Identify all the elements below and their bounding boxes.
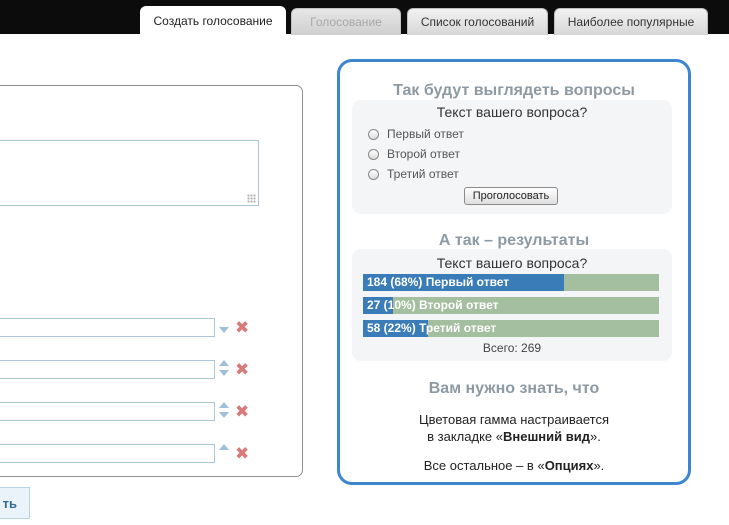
info-text-part: Все остальное – в « <box>423 458 545 473</box>
preview-answer-2[interactable]: Второй ответ <box>368 147 460 161</box>
preview-title: Так будут выглядеть вопросы <box>393 82 635 99</box>
vote-button[interactable]: Проголосовать <box>464 187 558 205</box>
move-up-icon[interactable] <box>219 360 229 366</box>
result-label: 58 (22%) Третий ответ <box>367 321 497 335</box>
tab-most-popular[interactable]: Наиболее популярные <box>554 8 708 35</box>
result-bar-3: 58 (22%) Третий ответ <box>363 320 659 337</box>
answer-input-1[interactable] <box>0 318 215 337</box>
info-line-1: Цветовая гамма настраивается <box>419 412 609 427</box>
result-label: 27 (10%) Второй ответ <box>367 298 499 312</box>
info-title: Вам нужно знать, что <box>428 380 600 397</box>
info-text-part: ». <box>593 458 605 473</box>
preview-panel: Так будут выглядеть вопросы Текст вашего… <box>337 59 691 485</box>
answer-3-reorder[interactable] <box>219 400 231 420</box>
delete-answer-4-icon[interactable]: ✖ <box>235 445 249 462</box>
preview-results-box: Текст вашего вопроса? 184 (68%) Первый о… <box>352 249 672 361</box>
delete-answer-2-icon[interactable]: ✖ <box>235 361 249 378</box>
answer-4-reorder[interactable] <box>219 442 231 462</box>
tab-poll-list[interactable]: Список голосований <box>407 8 548 35</box>
create-poll-button[interactable]: ть <box>0 487 30 519</box>
move-down-icon[interactable] <box>219 327 229 333</box>
answer-input-4[interactable] <box>0 444 215 463</box>
answer-label: Третий ответ <box>387 167 459 181</box>
move-up-icon[interactable] <box>219 402 229 408</box>
answer-label: Первый ответ <box>387 127 464 141</box>
answer-input-3[interactable] <box>0 402 215 421</box>
tab-create-poll[interactable]: Создать голосование <box>140 6 286 35</box>
tab-poll[interactable]: Голосование <box>291 8 401 35</box>
answer-label: Второй ответ <box>387 147 460 161</box>
move-up-icon[interactable] <box>219 444 229 450</box>
info-line-3: Все остальное – в «Опциях». <box>340 458 688 473</box>
info-line-2: в закладке «Внешний вид». <box>340 429 688 444</box>
radio-icon[interactable] <box>368 168 379 180</box>
options-tab-link: Опциях <box>544 458 594 473</box>
answer-input-2[interactable] <box>0 360 215 379</box>
resize-grip-icon[interactable] <box>247 194 256 203</box>
radio-icon[interactable] <box>368 128 379 140</box>
result-bar-2: 27 (10%) Второй ответ <box>363 297 659 314</box>
appearance-tab-link: Внешний вид <box>503 429 590 444</box>
delete-answer-3-icon[interactable]: ✖ <box>235 403 249 420</box>
move-down-icon[interactable] <box>219 370 229 376</box>
preview-answer-3[interactable]: Третий ответ <box>368 167 459 181</box>
preview-answer-1[interactable]: Первый ответ <box>368 127 464 141</box>
answer-1-reorder[interactable] <box>219 318 231 338</box>
question-textarea[interactable] <box>0 140 259 206</box>
result-bar-1: 184 (68%) Первый ответ <box>363 274 659 291</box>
radio-icon[interactable] <box>368 148 379 160</box>
move-down-icon[interactable] <box>219 412 229 418</box>
delete-answer-1-icon[interactable]: ✖ <box>235 319 249 336</box>
results-question: Текст вашего вопроса? <box>436 255 588 271</box>
results-title: А так – результаты <box>438 232 590 249</box>
result-label: 184 (68%) Первый ответ <box>367 275 510 289</box>
info-text-part: в закладке « <box>427 429 503 444</box>
info-text-part: ». <box>590 429 601 444</box>
answer-2-reorder[interactable] <box>219 358 231 378</box>
results-total: Всего: 269 <box>482 341 542 355</box>
preview-poll-box: Текст вашего вопроса? Первый ответ Второ… <box>352 100 672 214</box>
preview-question: Текст вашего вопроса? <box>436 104 588 120</box>
